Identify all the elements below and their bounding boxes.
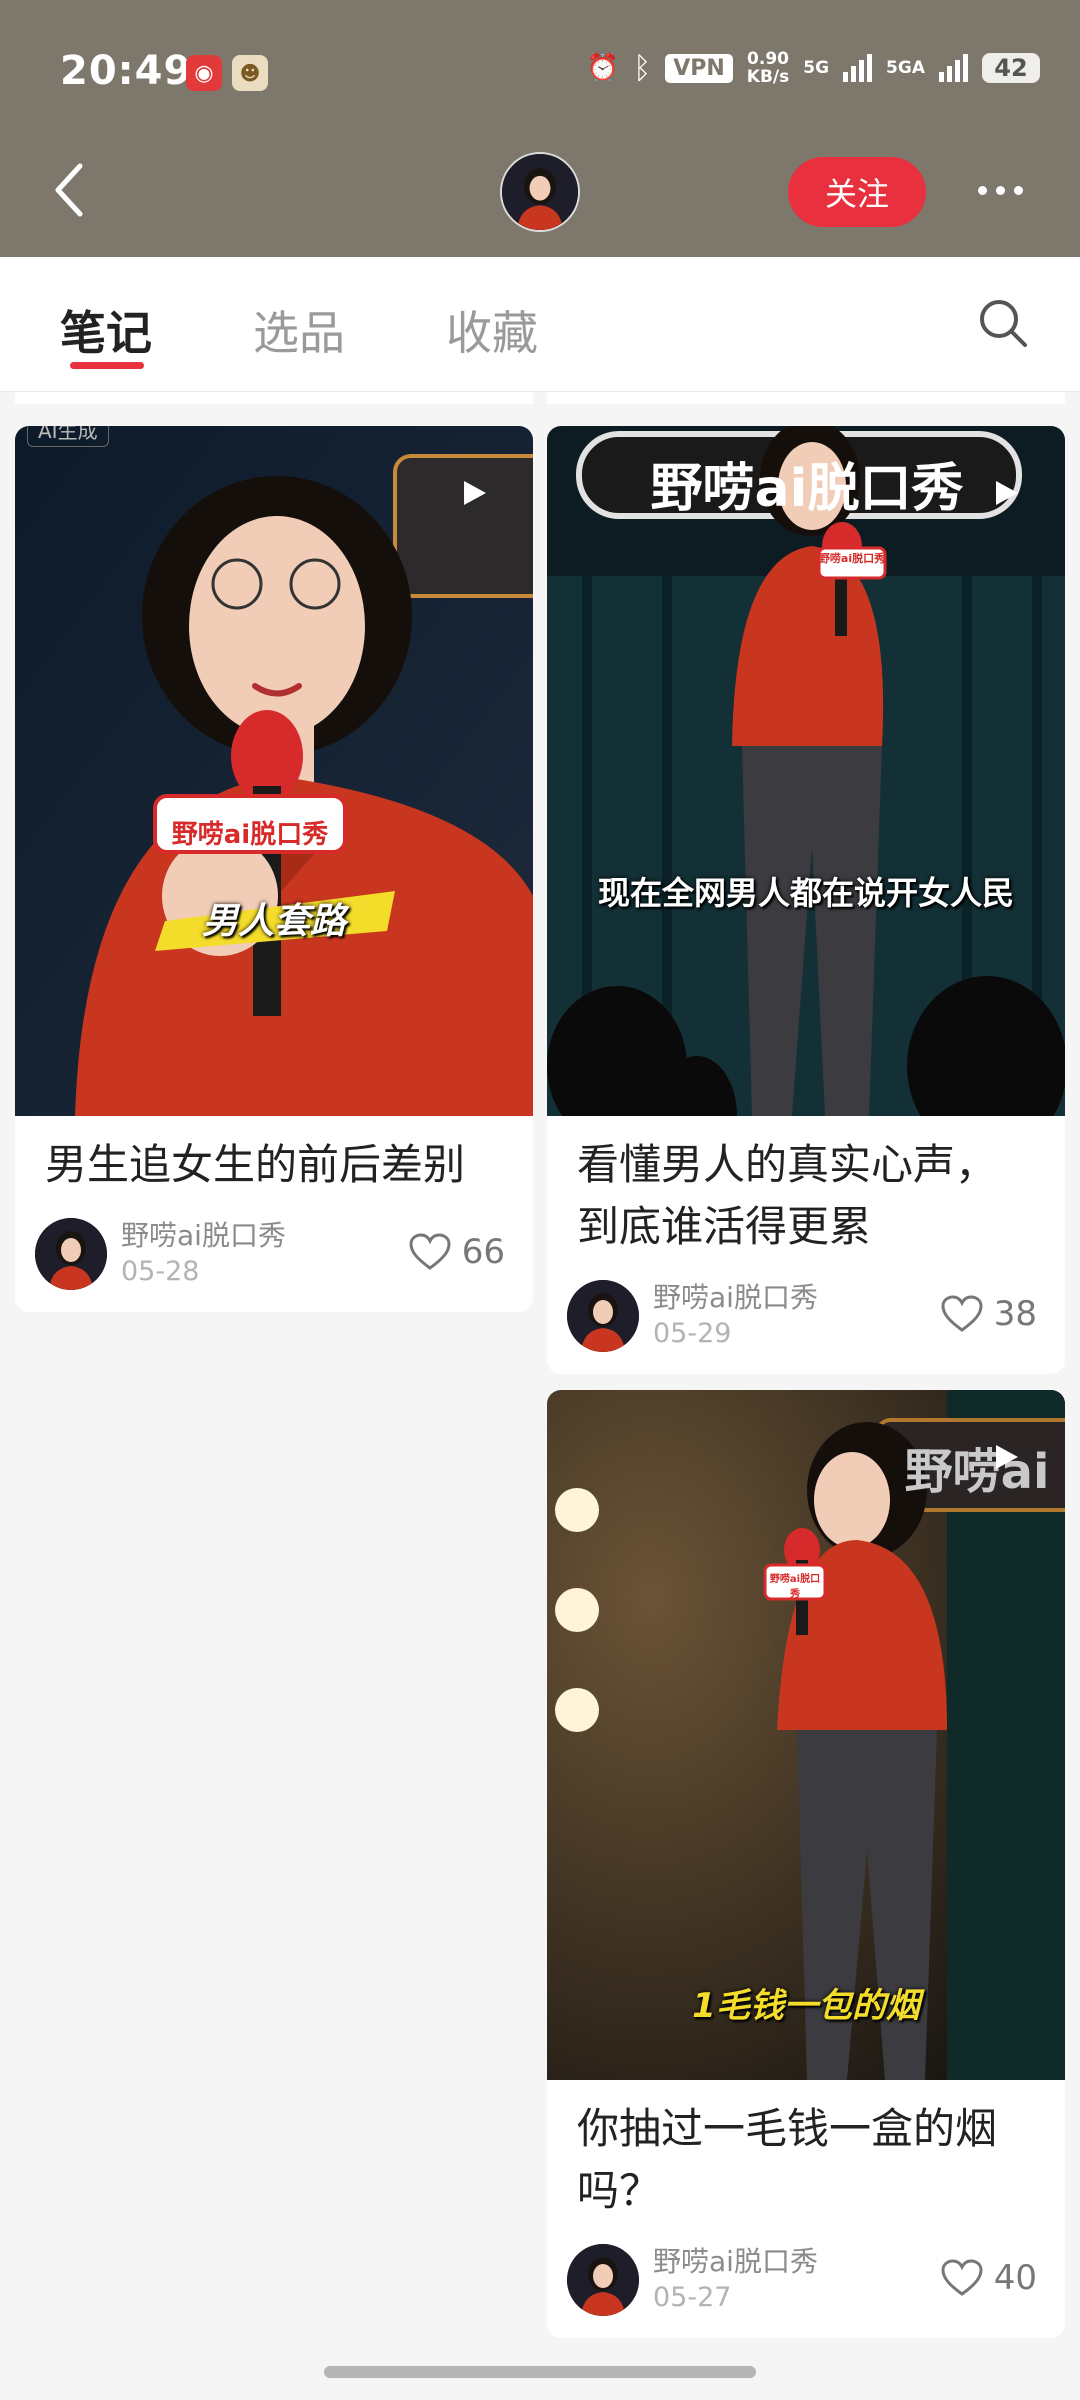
like-count: 40 [993,2258,1037,2298]
note-cover-image: AI生成 野唠ai脱口秀 男人套路 [15,426,533,1116]
play-icon [996,481,1018,505]
like-button[interactable]: 38 [940,1294,1037,1334]
note-meta: 野唠ai脱口秀 05-28 66 [15,1196,533,1306]
bluetooth-icon: ᛒ [633,50,652,86]
signal-bars-icon [939,54,968,82]
signal-label-2: 5GA [886,58,925,78]
cover-caption: 现在全网男人都在说开女人民 [597,874,1014,912]
like-button[interactable]: 40 [940,2258,1037,2298]
status-indicators: ⏰ ᛒ VPN 0.90 KB/s 5G 5GA 42 [587,50,1040,86]
signal-label-1: 5G [803,58,830,78]
net-speed-value: 0.90 [747,49,789,69]
note-title: 你抽过一毛钱一盒的烟吗？ [577,2104,998,2215]
author-avatar[interactable] [567,1280,639,1352]
previous-row-edge [15,392,533,404]
play-icon [464,481,486,505]
tab-notes[interactable]: 笔记 [60,297,152,363]
like-button[interactable]: 66 [408,1232,505,1272]
play-icon [996,1445,1018,1469]
author-avatar[interactable] [35,1218,107,1290]
heart-icon [409,1233,451,1270]
heart-icon [941,1295,983,1332]
author-name[interactable]: 野唠ai脱口秀 [653,2240,818,2280]
tab-favorites[interactable]: 收藏 [446,297,538,363]
game-app-icon: ☻ [232,55,268,91]
mic-label: 野唠ai脱口秀 [818,552,886,565]
profile-tabs: 笔记 选品 收藏 [0,257,1080,392]
note-title: 看懂男人的真实心声，到底谁活得更累 [577,1140,998,1251]
home-indicator[interactable] [324,2366,756,2378]
follow-button[interactable]: 关注 [788,157,926,227]
cover-caption: 男人套路 [201,901,346,942]
note-date: 05-27 [653,2282,732,2313]
note-meta: 野唠ai脱口秀 05-27 40 [547,2222,1065,2332]
note-date: 05-28 [121,1256,200,1287]
music-app-icon: ◉ [186,55,222,91]
cover-stage-sign: 野唠ai [904,1444,1050,1500]
like-count: 38 [993,1294,1037,1334]
note-card[interactable]: 野唠ai 野唠ai脱口秀 1毛钱一包的烟 你抽过一毛钱一盒的烟吗？ 野唠ai脱口… [547,1390,1065,2338]
status-time: 20:49 [60,48,193,94]
cover-stage-sign: 野唠ai脱口秀 [650,459,964,519]
note-title: 男生追女生的前后差别 [45,1140,466,1189]
author-avatar[interactable] [567,2244,639,2316]
alarm-icon: ⏰ [586,53,620,83]
net-speed-unit: KB/s [746,67,790,87]
mic-label: 野唠ai脱口秀 [171,820,329,850]
note-meta: 野唠ai脱口秀 05-29 38 [547,1258,1065,1368]
tab-products[interactable]: 选品 [253,297,345,363]
vpn-badge: VPN [665,53,733,83]
search-icon[interactable] [975,295,1031,351]
note-card[interactable]: AI生成 野唠ai脱口秀 男人套路 男生追女生的前后差别 野唠ai脱口秀 05-… [15,426,533,1312]
net-speed: 0.90 KB/s [747,50,789,86]
top-bar: 20:49 ◉ ☻ ⏰ ᛒ VPN 0.90 KB/s 5G 5GA 42 关注 [0,0,1080,257]
author-name[interactable]: 野唠ai脱口秀 [653,1276,818,1316]
ai-generated-badge: AI生成 [27,426,109,447]
note-cover-image: 野唠ai脱口秀 野唠ai脱口秀 现在全网男人都在说开女人民 [547,426,1065,1116]
battery-icon: 42 [982,53,1040,83]
author-name[interactable]: 野唠ai脱口秀 [121,1214,286,1254]
more-options-icon[interactable] [970,160,1030,220]
note-cover-image: 野唠ai 野唠ai脱口秀 1毛钱一包的烟 [547,1390,1065,2080]
note-card[interactable]: 野唠ai脱口秀 野唠ai脱口秀 现在全网男人都在说开女人民 看懂男人的真实心声，… [547,426,1065,1374]
heart-icon [941,2259,983,2296]
previous-row-edge [547,392,1065,404]
like-count: 66 [461,1232,505,1272]
cover-caption: 1毛钱一包的烟 [692,1986,920,2026]
status-bar: 20:49 ◉ ☻ ⏰ ᛒ VPN 0.90 KB/s 5G 5GA 42 [0,0,1080,130]
profile-avatar[interactable] [500,152,580,232]
mic-label: 野唠ai脱口秀 [769,1574,821,1600]
signal-bars-icon [843,54,873,82]
active-tab-indicator [70,362,144,369]
back-arrow-icon[interactable] [50,160,90,220]
note-date: 05-29 [653,1318,732,1349]
